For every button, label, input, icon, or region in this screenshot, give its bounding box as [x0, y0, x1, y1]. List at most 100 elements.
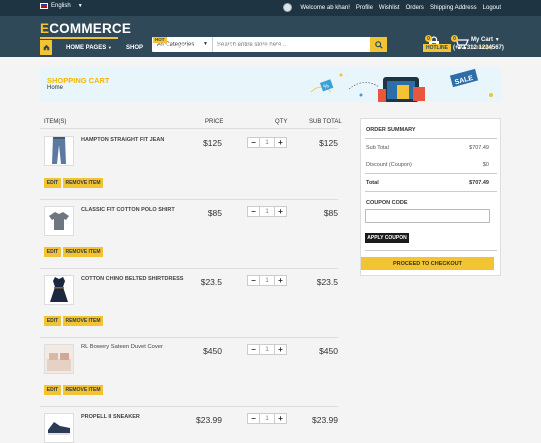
quantity-stepper: − 1 + [247, 344, 287, 355]
product-image-dress[interactable] [44, 275, 74, 305]
quantity-stepper: − 1 + [247, 137, 287, 148]
decrease-qty-button[interactable]: − [248, 414, 259, 423]
product-image-duvet[interactable] [44, 344, 74, 374]
product-name[interactable]: PROPELL II SNEAKER [81, 414, 140, 420]
row-subtotal: $450 [319, 346, 338, 356]
jeans-image [52, 137, 66, 164]
profile-link[interactable]: Profile [356, 5, 373, 11]
qty-value[interactable]: 1 [259, 345, 275, 354]
quantity-stepper: − 1 + [247, 206, 287, 217]
total-label: Total [366, 180, 379, 186]
logo-underline [40, 37, 118, 39]
increase-qty-button[interactable]: + [275, 276, 286, 285]
decrease-qty-button[interactable]: − [248, 345, 259, 354]
divider [40, 268, 338, 269]
divider [365, 173, 497, 174]
home-button[interactable] [40, 40, 52, 55]
remove-item-button[interactable]: REMOVE ITEM [63, 316, 103, 326]
hot-badge: HOT [153, 37, 167, 43]
product-image-sneaker[interactable] [44, 413, 74, 443]
order-summary-panel: ORDER SUMMARY Sub Total $707.49 Discount… [360, 118, 501, 276]
chevron-down-icon: ▼ [199, 45, 204, 50]
shipping-address-link[interactable]: Shipping Address [430, 5, 477, 11]
edit-button[interactable]: EDIT [44, 247, 61, 257]
remove-item-button[interactable]: REMOVE ITEM [63, 178, 103, 188]
nav-item-collection[interactable]: COLLECTION ▼ [159, 45, 219, 51]
apply-coupon-button[interactable]: APPLY COUPON [365, 233, 409, 243]
chevron-down-icon: ▼ [238, 45, 243, 50]
product-name[interactable]: RL Bowery Sateen Duvet Cover [81, 344, 163, 350]
wishlist-link[interactable]: Wishlist [379, 5, 400, 11]
product-image-jeans[interactable] [44, 136, 74, 166]
col-header-subtotal: SUB TOTAL [309, 119, 342, 125]
decrease-qty-button[interactable]: − [248, 276, 259, 285]
language-label: English [51, 3, 71, 9]
col-header-price: PRICE [205, 119, 224, 125]
discount-label: Discount (Coupon) [366, 162, 412, 168]
quantity-stepper: − 1 + [247, 413, 287, 424]
divider [40, 199, 338, 200]
avatar [283, 3, 293, 12]
product-name[interactable]: COTTON CHINO BELTED SHIRTDRESS [81, 276, 183, 282]
row-subtotal: $85 [323, 208, 338, 218]
product-price: $450 [203, 346, 222, 356]
main-nav: HOME PAGES ▼ SHOP COLLECTION ▼ NEWS ▼ IN… [0, 37, 541, 57]
decrease-qty-button[interactable]: − [248, 207, 259, 216]
nav-item-shop[interactable]: SHOP [126, 45, 159, 51]
qty-value[interactable]: 1 [259, 138, 275, 147]
edit-button[interactable]: EDIT [44, 385, 61, 395]
page-title: SHOPPING CART [47, 76, 110, 85]
chevron-down-icon: ▼ [77, 3, 83, 9]
site-logo[interactable]: ECOMMERCE [40, 21, 131, 36]
orders-link[interactable]: Orders [406, 5, 424, 11]
uk-flag-icon [40, 3, 48, 9]
decrease-qty-button[interactable]: − [248, 138, 259, 147]
product-name[interactable]: HAMPTON STRAIGHT FIT JEAN [81, 137, 164, 143]
increase-qty-button[interactable]: + [275, 414, 286, 423]
nav-label: COLLECTION [159, 45, 198, 51]
product-price: $23.5 [200, 277, 222, 287]
divider [365, 250, 497, 251]
qty-value[interactable]: 1 [259, 414, 275, 423]
increase-qty-button[interactable]: + [275, 345, 286, 354]
nav-item-home-pages[interactable]: HOME PAGES ▼ [66, 45, 126, 51]
remove-item-button[interactable]: REMOVE ITEM [63, 385, 103, 395]
hotline-label: HOTLINE [423, 44, 451, 52]
sneaker-image [48, 422, 70, 435]
proceed-to-checkout-button[interactable]: PROCEED TO CHECKOUT [361, 257, 494, 270]
quantity-stepper: − 1 + [247, 275, 287, 286]
nav-label: HOME PAGES [66, 45, 107, 51]
product-image-polo[interactable] [44, 206, 74, 236]
product-price: $85 [207, 208, 222, 218]
language-selector[interactable]: English ▼ [40, 3, 83, 9]
edit-button[interactable]: EDIT [44, 316, 61, 326]
welcome-text: Welcome ab khan! [300, 4, 350, 11]
hotline-phone: (+92 312 1234567) [453, 45, 504, 51]
increase-qty-button[interactable]: + [275, 207, 286, 216]
nav-item-news[interactable]: NEWS ▼ [219, 45, 260, 51]
increase-qty-button[interactable]: + [275, 138, 286, 147]
sub-total-value: $707.49 [469, 145, 489, 151]
chevron-down-icon: ▼ [298, 45, 303, 50]
shopping-illustration: % SALE [310, 68, 493, 102]
divider [40, 128, 338, 129]
product-price: $125 [203, 138, 222, 148]
main-header: ECOMMERCE All Categories ▼ 0 0 My Cart ▼… [0, 16, 541, 57]
discount-value: $0 [482, 162, 489, 168]
remove-item-button[interactable]: REMOVE ITEM [63, 247, 103, 257]
total-value: $707.49 [469, 180, 489, 186]
polo-shirt-image [49, 212, 69, 230]
nav-item-contact-us[interactable]: CONTACT US [316, 45, 355, 51]
nav-label: NEWS [219, 45, 237, 51]
nav-item-info-pages[interactable]: INFO PAGES ▼ [260, 45, 316, 51]
logout-link[interactable]: Logout [483, 5, 501, 11]
qty-value[interactable]: 1 [259, 276, 275, 285]
product-name[interactable]: CLASSIC FIT COTTON POLO SHIRT [81, 207, 175, 213]
coupon-code-input[interactable] [365, 209, 490, 223]
logo-accent: E [40, 21, 50, 36]
edit-button[interactable]: EDIT [44, 178, 61, 188]
col-header-items: ITEM(S) [44, 119, 67, 125]
qty-value[interactable]: 1 [259, 207, 275, 216]
breadcrumb[interactable]: Home [47, 85, 63, 91]
divider [40, 337, 338, 338]
